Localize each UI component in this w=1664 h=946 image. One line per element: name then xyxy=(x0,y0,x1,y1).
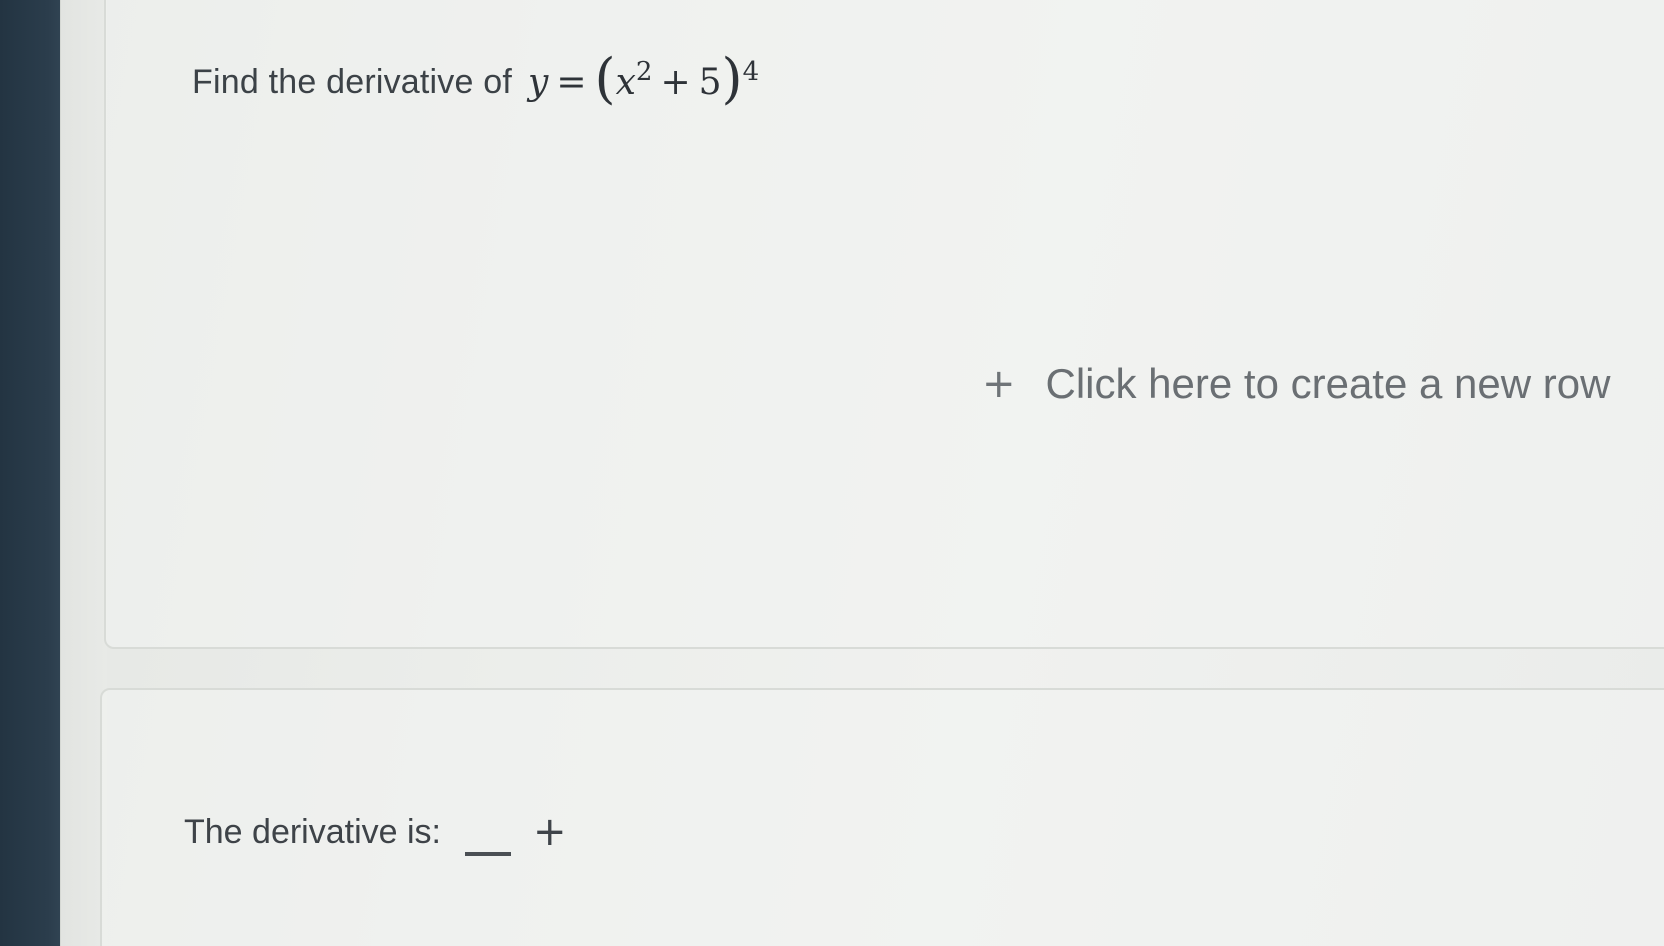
plus-icon: + xyxy=(982,361,1016,407)
answer-row: The derivative is: + xyxy=(184,808,567,856)
viewport: Find the derivative of y = ( x2 + 5 ) 4 +… xyxy=(0,0,1664,946)
sidebar xyxy=(0,0,60,946)
equation-close-paren: ) xyxy=(721,47,743,110)
question-text: Find the derivative of xyxy=(192,62,513,101)
create-new-row-button[interactable]: + Click here to create a new row xyxy=(982,360,1610,408)
equation-plus-operator: + xyxy=(660,61,691,103)
equation-equals-sign: = xyxy=(556,61,587,103)
answer-blank-input[interactable] xyxy=(465,852,511,856)
question-equation: y = ( x2 + 5 ) 4 xyxy=(528,52,760,106)
plus-icon: + xyxy=(533,809,567,855)
answer-add-button[interactable]: + xyxy=(533,812,567,852)
equation-lhs-variable: y xyxy=(528,61,549,103)
create-new-row-label: Click here to create a new row xyxy=(1045,360,1611,407)
equation-open-paren: ( xyxy=(594,47,616,110)
equation-base-variable: x xyxy=(615,61,636,103)
equation-outer-exponent: 4 xyxy=(742,57,760,87)
answer-label: The derivative is: xyxy=(184,812,441,851)
equation-base-exponent: 2 xyxy=(635,57,653,87)
equation-constant: 5 xyxy=(698,61,722,103)
question-prompt-row: Find the derivative of y = ( x2 + 5 ) 4 xyxy=(192,52,760,106)
